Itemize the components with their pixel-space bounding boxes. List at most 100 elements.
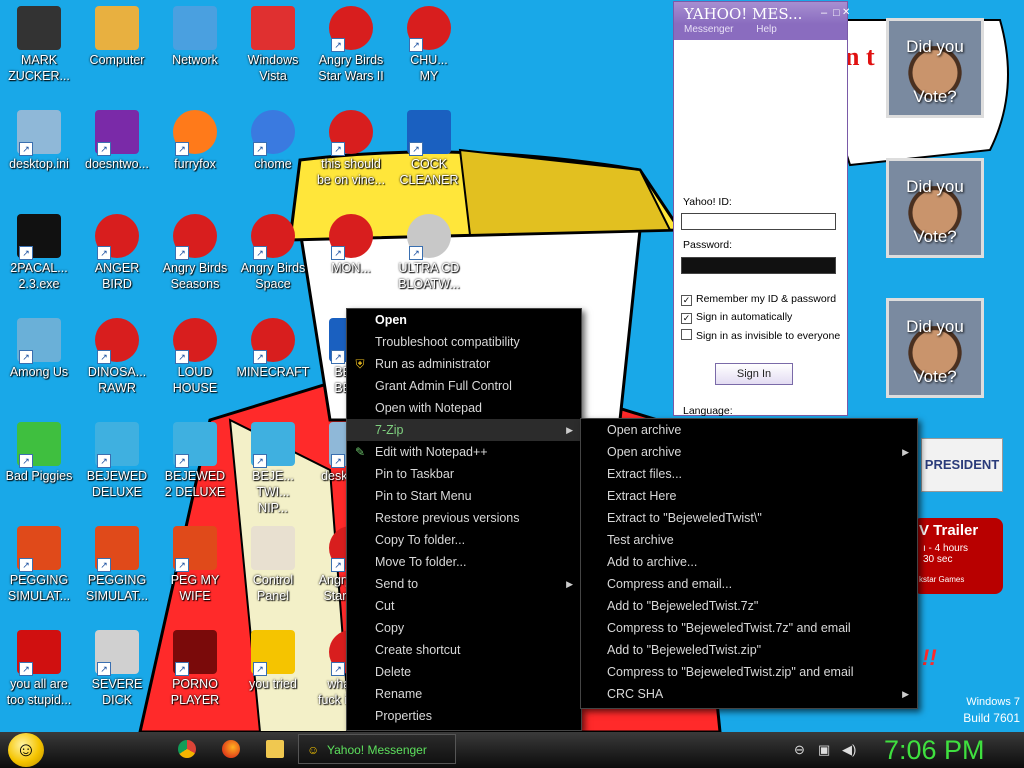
zip-menu-item[interactable]: Extract files... xyxy=(581,463,917,485)
context-menu-item[interactable]: Delete xyxy=(347,661,581,683)
context-menu-item[interactable]: Rename xyxy=(347,683,581,705)
menu-item-label: Send to xyxy=(375,577,419,591)
context-menu-item[interactable]: Properties xyxy=(347,705,581,727)
zip-menu-item[interactable]: Test archive xyxy=(581,529,917,551)
sign-in-button[interactable]: Sign In xyxy=(715,363,793,385)
context-menu-item[interactable]: Restore previous versions xyxy=(347,507,581,529)
maximize-button[interactable]: □ xyxy=(833,7,840,19)
context-menu-item[interactable]: Copy xyxy=(347,617,581,639)
desktop-icon[interactable]: ↗ PEGGING SIMULAT... xyxy=(78,520,156,620)
desktop-icon[interactable]: ↗ BEJE... TWI... NIP... xyxy=(234,416,312,516)
context-menu-item[interactable]: Copy To folder... xyxy=(347,529,581,551)
desktop-icon[interactable]: ↗ Angry Birds Star Wars II xyxy=(312,0,390,100)
desktop-icon-label: Computer xyxy=(89,53,145,67)
desktop-icon[interactable]: ↗ Angry Birds Seasons xyxy=(156,208,234,308)
auto-signin-checkbox[interactable]: ✓ Sign in automatically xyxy=(681,311,792,324)
close-button[interactable]: ✕ xyxy=(842,7,850,18)
desktop-icon[interactable]: ↗ PEGGING SIMULAT... xyxy=(0,520,78,620)
desktop-icon[interactable]: ↗ MON... xyxy=(312,208,390,308)
desktop-icon[interactable]: ↗ 2PACAL... 2.3.exe xyxy=(0,208,78,308)
tray-arrow-icon[interactable]: ⊖ xyxy=(794,742,805,758)
submenu-arrow-icon: ▶ xyxy=(566,579,573,589)
zip-menu-item[interactable]: CRC SHA ▶ xyxy=(581,683,917,705)
clock[interactable]: 7:06 PM xyxy=(884,732,985,768)
desktop-icon[interactable]: ↗ doesntwo... xyxy=(78,104,156,204)
remember-checkbox[interactable]: ✓ Remember my ID & password xyxy=(681,293,836,306)
start-button[interactable]: ☺ xyxy=(8,733,44,767)
desktop-icon[interactable]: Network xyxy=(156,0,234,100)
desktop-icon[interactable]: ↗ Angry Birds Space xyxy=(234,208,312,308)
desktop-icon[interactable]: ↗ you all are too stupid... xyxy=(0,624,78,724)
context-menu-item[interactable]: Open xyxy=(347,309,581,331)
context-menu-item[interactable]: Cut xyxy=(347,595,581,617)
desktop-icon[interactable]: MARK ZUCKER... xyxy=(0,0,78,100)
shortcut-arrow-icon: ↗ xyxy=(331,38,345,52)
password-input[interactable] xyxy=(681,257,836,274)
zip-menu-item[interactable]: Add to "BejeweledTwist.zip" xyxy=(581,639,917,661)
desktop-icon-label: BEJEWED 2 DELUXE xyxy=(164,469,226,499)
desktop-icon[interactable]: ↗ CHU... MY xyxy=(390,0,468,100)
desktop-icon[interactable]: ↗ BEJEWED DELUXE xyxy=(78,416,156,516)
desktop-icon[interactable]: ↗ LOUD HOUSE xyxy=(156,312,234,412)
desktop-icon[interactable]: ↗ chome xyxy=(234,104,312,204)
firefox-icon[interactable] xyxy=(222,740,240,758)
portrait-top-text: Did you xyxy=(906,177,964,196)
checkbox-icon xyxy=(681,329,692,340)
desktop-icon[interactable]: Windows Vista xyxy=(234,0,312,100)
zip-menu-item[interactable]: Open archive xyxy=(581,419,917,441)
desktop-icon[interactable]: Control Panel xyxy=(234,520,312,620)
folder-icon[interactable] xyxy=(266,740,284,758)
portrait-clinton: Did you Vote? xyxy=(886,298,984,398)
zip-menu-item[interactable]: Compress to "BejeweledTwist.zip" and ema… xyxy=(581,661,917,683)
network-tray-icon[interactable]: ▣ xyxy=(818,742,830,758)
chrome-icon[interactable] xyxy=(178,740,196,758)
zip-menu-item[interactable]: Compress to "BejeweledTwist.7z" and emai… xyxy=(581,617,917,639)
context-menu-item[interactable]: Edit with Notepad++ ✎ xyxy=(347,441,581,463)
context-menu-item[interactable]: Open with Notepad xyxy=(347,397,581,419)
menu-item-label: Move To folder... xyxy=(375,555,467,569)
desktop-icon[interactable]: ↗ MINECRAFT xyxy=(234,312,312,412)
watermark-line2: Build 7601 xyxy=(963,711,1020,725)
volume-icon[interactable]: ◀) xyxy=(842,742,856,758)
desktop-icon[interactable]: ↗ BEJEWED 2 DELUXE xyxy=(156,416,234,516)
context-menu-item[interactable]: Grant Admin Full Control xyxy=(347,375,581,397)
minimize-button[interactable]: – xyxy=(821,7,827,19)
desktop-icon[interactable]: ↗ ULTRA CD BLOATW... xyxy=(390,208,468,308)
desktop-icon[interactable]: ↗ Among Us xyxy=(0,312,78,412)
desktop-icon[interactable]: ↗ you tried xyxy=(234,624,312,724)
desktop-icon[interactable]: ↗ DINOSA... RAWR xyxy=(78,312,156,412)
zip-menu-item[interactable]: Extract Here xyxy=(581,485,917,507)
context-menu-item[interactable]: Troubleshoot compatibility xyxy=(347,331,581,353)
menu-item-label: Compress to "BejeweledTwist.7z" and emai… xyxy=(607,621,851,635)
zip-menu-item[interactable]: Add to "BejeweledTwist.7z" xyxy=(581,595,917,617)
taskbar-yahoo-messenger[interactable]: ☺ Yahoo! Messenger xyxy=(298,734,456,764)
context-menu-item[interactable]: Move To folder... xyxy=(347,551,581,573)
zip-menu-item[interactable]: Add to archive... xyxy=(581,551,917,573)
zip-menu-item[interactable]: Compress and email... xyxy=(581,573,917,595)
zip-menu-item[interactable]: Extract to "BejeweledTwist\" xyxy=(581,507,917,529)
context-menu-item[interactable]: Run as administrator ⛨ xyxy=(347,353,581,375)
desktop-icon[interactable]: ↗ ANGER BIRD xyxy=(78,208,156,308)
yahoo-messenger-window[interactable]: YAHOO! MES... – □ ✕ Messenger Help Yahoo… xyxy=(673,1,850,417)
shortcut-arrow-icon: ↗ xyxy=(175,350,189,364)
context-menu-item[interactable]: Pin to Taskbar xyxy=(347,463,581,485)
desktop-icon[interactable]: ↗ PORNO PLAYER xyxy=(156,624,234,724)
context-menu-item[interactable]: Send to ▶ xyxy=(347,573,581,595)
context-menu-item[interactable]: Create shortcut xyxy=(347,639,581,661)
desktop-icon[interactable]: ↗ Bad Piggies xyxy=(0,416,78,516)
context-menu-item[interactable]: 7-Zip ▶ xyxy=(347,419,581,441)
desktop-icon[interactable]: ↗ furryfox xyxy=(156,104,234,204)
menu-help[interactable]: Help xyxy=(756,24,777,35)
desktop-icon[interactable]: ↗ PEG MY WIFE xyxy=(156,520,234,620)
zip-menu-item[interactable]: Open archive ▶ xyxy=(581,441,917,463)
yahoo-id-input[interactable] xyxy=(681,213,836,230)
menu-messenger[interactable]: Messenger xyxy=(684,24,733,35)
desktop-icon[interactable]: ↗ SEVERE DICK xyxy=(78,624,156,724)
context-menu-item[interactable]: Pin to Start Menu xyxy=(347,485,581,507)
desktop-icon[interactable]: ↗ this should be on vine... xyxy=(312,104,390,204)
desktop-icon[interactable]: Computer xyxy=(78,0,156,100)
desktop-icon[interactable]: ↗desktop.ini xyxy=(0,104,78,204)
shortcut-arrow-icon: ↗ xyxy=(175,662,189,676)
invisible-checkbox[interactable]: Sign in as invisible to everyone xyxy=(681,329,840,342)
desktop-icon[interactable]: ↗ COCK CLEANER xyxy=(390,104,468,204)
